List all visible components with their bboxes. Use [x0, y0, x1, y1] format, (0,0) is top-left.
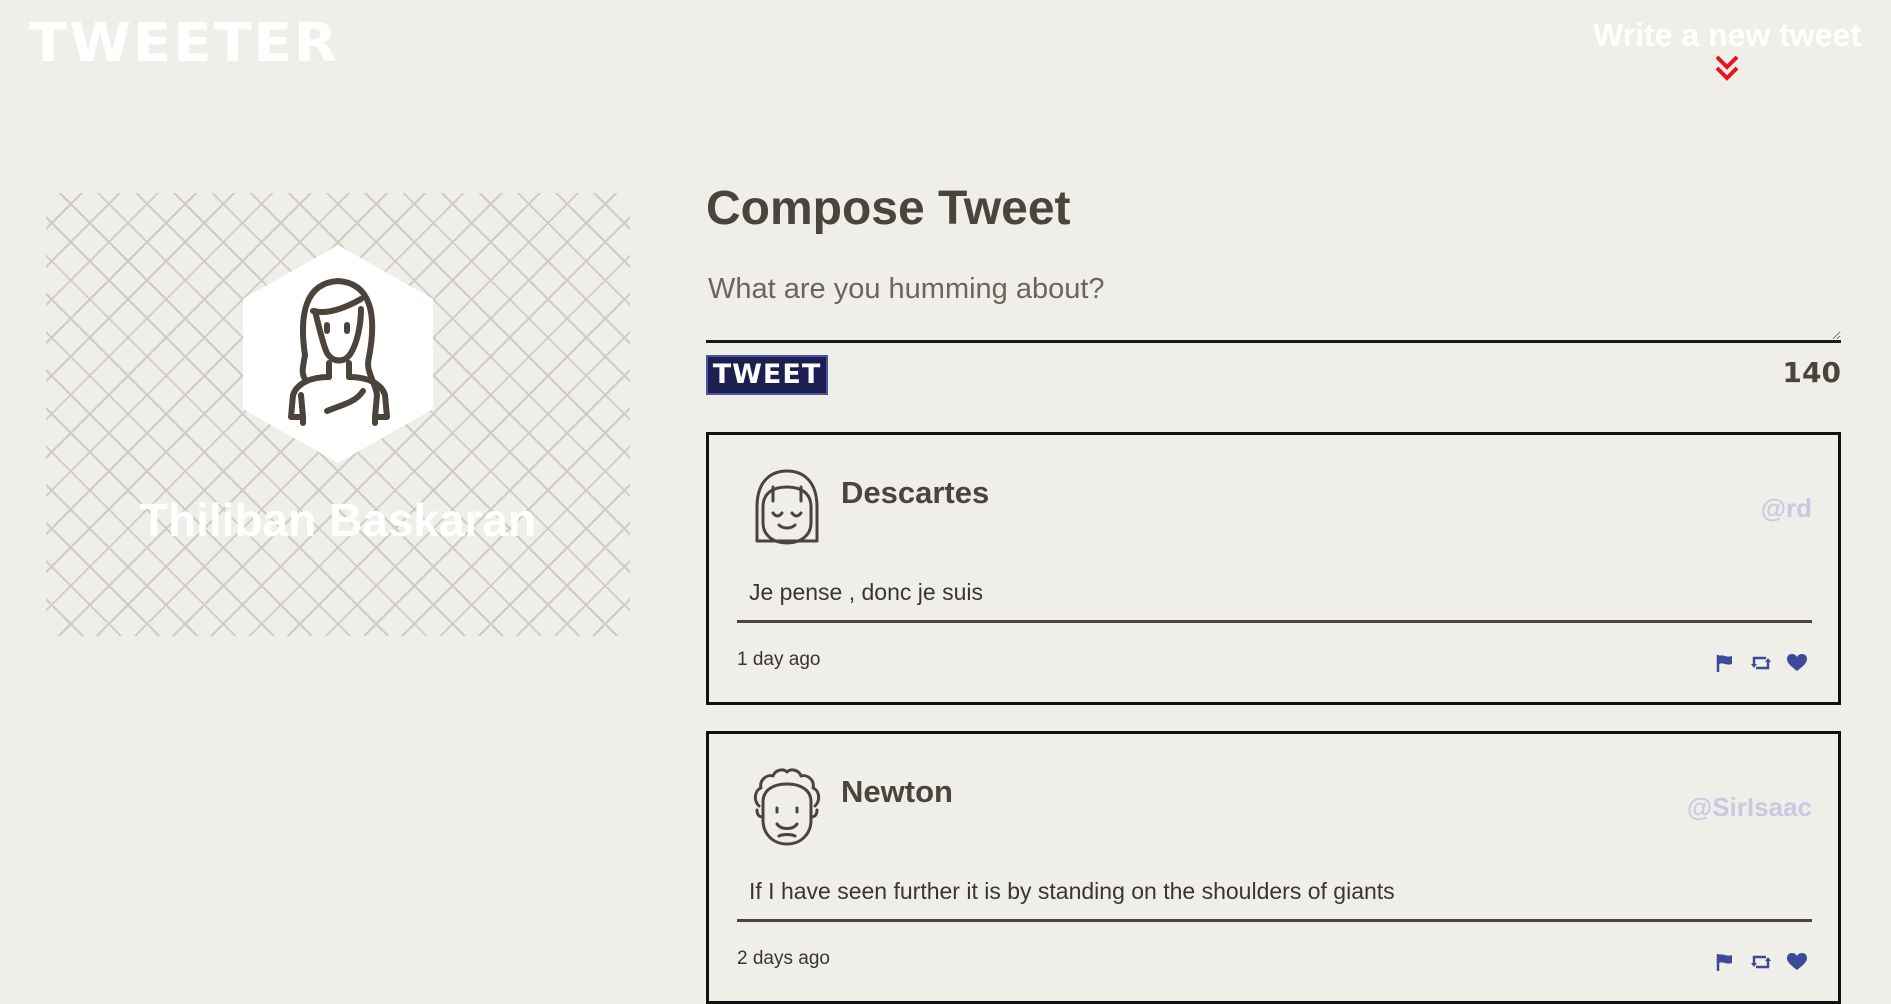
tweet-author-name: Descartes [841, 475, 990, 510]
flag-icon[interactable] [1714, 952, 1736, 972]
tweet-card: Descartes @rd Je pense , donc je suis 1 … [706, 432, 1841, 705]
tweet-text-input[interactable] [706, 273, 1841, 343]
write-new-tweet-label[interactable]: Write a new tweet [1593, 17, 1861, 53]
profile-card: Thiliban Baskaran [46, 193, 630, 636]
tweet-submit-button[interactable]: TWEET [706, 355, 828, 395]
compose-title: Compose Tweet [706, 182, 1071, 235]
tweet-author-handle: @rd [1760, 493, 1812, 523]
app-logo[interactable]: TWEETER [29, 17, 339, 70]
character-counter: 140 [1782, 356, 1841, 389]
double-chevron-down-icon[interactable] [1713, 53, 1741, 83]
tweet-timestamp: 2 days ago [737, 948, 830, 969]
tweet-timestamp: 1 day ago [737, 649, 821, 670]
compose-section: Compose Tweet TWEET 140 [706, 185, 1841, 407]
tweet-actions [1714, 952, 1808, 972]
tweet-author-handle: @SirIsaac [1686, 792, 1812, 822]
profile-name: Thiliban Baskaran [139, 494, 537, 546]
flag-icon[interactable] [1714, 653, 1736, 673]
compose-actions: TWEET 140 [706, 355, 1841, 407]
write-new-tweet-button[interactable]: Write a new tweet [1593, 17, 1861, 83]
curly-hair-man-avatar-icon [753, 768, 821, 846]
tweet-card: Newton @SirIsaac If I have seen further … [706, 731, 1841, 1004]
heart-icon[interactable] [1786, 653, 1808, 673]
tweet-actions [1714, 653, 1808, 673]
retweet-icon[interactable] [1750, 653, 1772, 673]
tweet-text: Je pense , donc je suis [737, 579, 1812, 623]
retweet-icon[interactable] [1750, 952, 1772, 972]
tweet-text: If I have seen further it is by standing… [737, 878, 1812, 922]
girl-avatar-icon [755, 469, 819, 545]
heart-icon[interactable] [1786, 952, 1808, 972]
woman-avatar-icon [243, 245, 433, 463]
tweet-author-name: Newton [841, 774, 953, 809]
